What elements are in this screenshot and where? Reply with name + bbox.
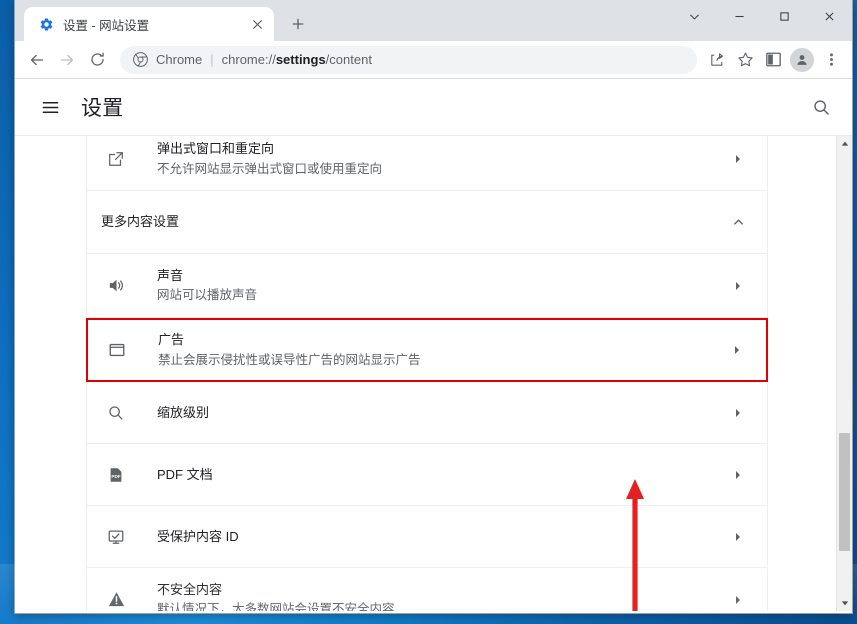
protected-content-icon [101, 528, 131, 546]
svg-text:PDF: PDF [111, 474, 120, 479]
row-title: 弹出式窗口和重定向 [157, 141, 275, 157]
scrollbar-thumb[interactable] [839, 433, 850, 551]
reload-button[interactable] [82, 45, 112, 75]
settings-row-sound[interactable]: 声音 网站可以播放声音 [87, 254, 767, 318]
scroll-up-icon[interactable] [837, 136, 852, 152]
pdf-icon: PDF [101, 466, 131, 484]
row-text: 声音 网站可以播放声音 [131, 266, 727, 306]
avatar[interactable] [790, 47, 814, 72]
row-text: 不安全内容 默认情况下，大多数网站会设置不安全内容 [131, 580, 727, 611]
chevron-right-icon[interactable] [727, 407, 749, 419]
close-icon[interactable] [248, 15, 266, 33]
chevron-right-icon[interactable] [727, 280, 749, 292]
row-subtitle: 网站可以播放声音 [157, 288, 258, 303]
row-text: 更多内容设置 [101, 212, 727, 232]
search-icon [101, 404, 131, 422]
search-icon[interactable] [808, 94, 834, 120]
url-suffix: /content [325, 52, 372, 67]
tab-strip: 设置 - 网站设置 [15, 0, 852, 41]
chevron-right-icon[interactable] [727, 469, 749, 481]
warning-icon [101, 590, 131, 609]
settings-content-area: 弹出式窗口和重定向 不允许网站显示弹出式窗口或使用重定向 更多内容设置 声音 网… [15, 135, 852, 611]
row-subtitle: 默认情况下，大多数网站会设置不安全内容 [157, 602, 395, 611]
back-button[interactable] [22, 45, 52, 75]
row-title: 广告 [158, 332, 185, 348]
scroll-down-icon[interactable] [837, 595, 852, 611]
row-title: 受保护内容 ID [157, 528, 239, 544]
row-title: PDF 文档 [157, 466, 213, 482]
omnibox-url: chrome://settings/content [222, 52, 372, 67]
chevron-right-icon[interactable] [727, 153, 749, 165]
forward-button[interactable] [52, 45, 82, 75]
minimize-button[interactable] [717, 0, 762, 32]
row-title: 声音 [157, 267, 184, 283]
settings-row-ads[interactable]: 广告 禁止会展示侵扰性或误导性广告的网站显示广告 [86, 318, 768, 382]
omnibox-scheme-label: Chrome [156, 52, 203, 67]
star-icon[interactable] [731, 46, 759, 74]
browser-window: 设置 - 网站设置 Chrome | chrome://settings/con… [14, 0, 853, 614]
row-text: 弹出式窗口和重定向 不允许网站显示弹出式窗口或使用重定向 [131, 139, 727, 179]
tab-title: 设置 - 网站设置 [63, 18, 150, 33]
settings-row-popups[interactable]: 弹出式窗口和重定向 不允许网站显示弹出式窗口或使用重定向 [87, 136, 767, 191]
hamburger-menu-icon[interactable] [37, 94, 63, 120]
row-subtitle: 不允许网站显示弹出式窗口或使用重定向 [157, 161, 383, 176]
side-panel-icon[interactable] [759, 46, 787, 74]
gear-icon [38, 16, 54, 32]
row-title: 不安全内容 [157, 581, 223, 597]
page-title: 设置 [81, 97, 124, 120]
chevron-right-icon[interactable] [727, 594, 749, 606]
chevron-right-icon[interactable] [726, 344, 748, 356]
row-title: 更多内容设置 [101, 214, 180, 230]
share-icon[interactable] [703, 46, 731, 74]
close-button[interactable] [807, 0, 852, 32]
maximize-button[interactable] [762, 0, 807, 32]
row-text: 广告 禁止会展示侵扰性或误导性广告的网站显示广告 [132, 330, 726, 370]
browser-toolbar: Chrome | chrome://settings/content [15, 41, 852, 79]
url-prefix: chrome:// [221, 52, 276, 67]
row-text: 受保护内容 ID [131, 527, 727, 547]
tab-search-icon[interactable] [672, 0, 717, 32]
window-controls [672, 0, 852, 32]
settings-row-insecure-content[interactable]: 不安全内容 默认情况下，大多数网站会设置不安全内容 [87, 568, 767, 611]
chevron-right-icon[interactable] [727, 531, 749, 543]
settings-section-more-content[interactable]: 更多内容设置 [87, 191, 767, 254]
url-bold: settings [275, 52, 326, 67]
chrome-logo-icon [132, 52, 148, 68]
settings-row-protected-content-id[interactable]: 受保护内容 ID [87, 506, 767, 568]
browser-tab[interactable]: 设置 - 网站设置 [24, 7, 274, 41]
settings-header: 设置 [15, 79, 852, 135]
omnibox-separator: | [210, 52, 214, 67]
row-subtitle: 禁止会展示侵扰性或误导性广告的网站显示广告 [158, 352, 421, 367]
desktop-background: 设置 - 网站设置 Chrome | chrome://settings/con… [0, 0, 857, 624]
content-settings-card: 弹出式窗口和重定向 不允许网站显示弹出式窗口或使用重定向 更多内容设置 声音 网… [86, 136, 768, 611]
row-text: 缩放级别 [131, 403, 727, 423]
menu-icon[interactable] [817, 46, 845, 74]
chevron-up-icon[interactable] [727, 216, 749, 229]
settings-row-pdf-documents[interactable]: PDF PDF 文档 [87, 444, 767, 506]
row-title: 缩放级别 [157, 404, 210, 420]
new-tab-button[interactable] [284, 10, 312, 38]
vertical-scrollbar[interactable] [836, 136, 852, 611]
speaker-icon [101, 276, 131, 295]
external-link-icon [101, 150, 131, 168]
row-text: PDF 文档 [131, 465, 727, 485]
address-bar[interactable]: Chrome | chrome://settings/content [120, 45, 697, 74]
window-icon [102, 341, 132, 359]
settings-row-zoom-levels[interactable]: 缩放级别 [87, 382, 767, 444]
